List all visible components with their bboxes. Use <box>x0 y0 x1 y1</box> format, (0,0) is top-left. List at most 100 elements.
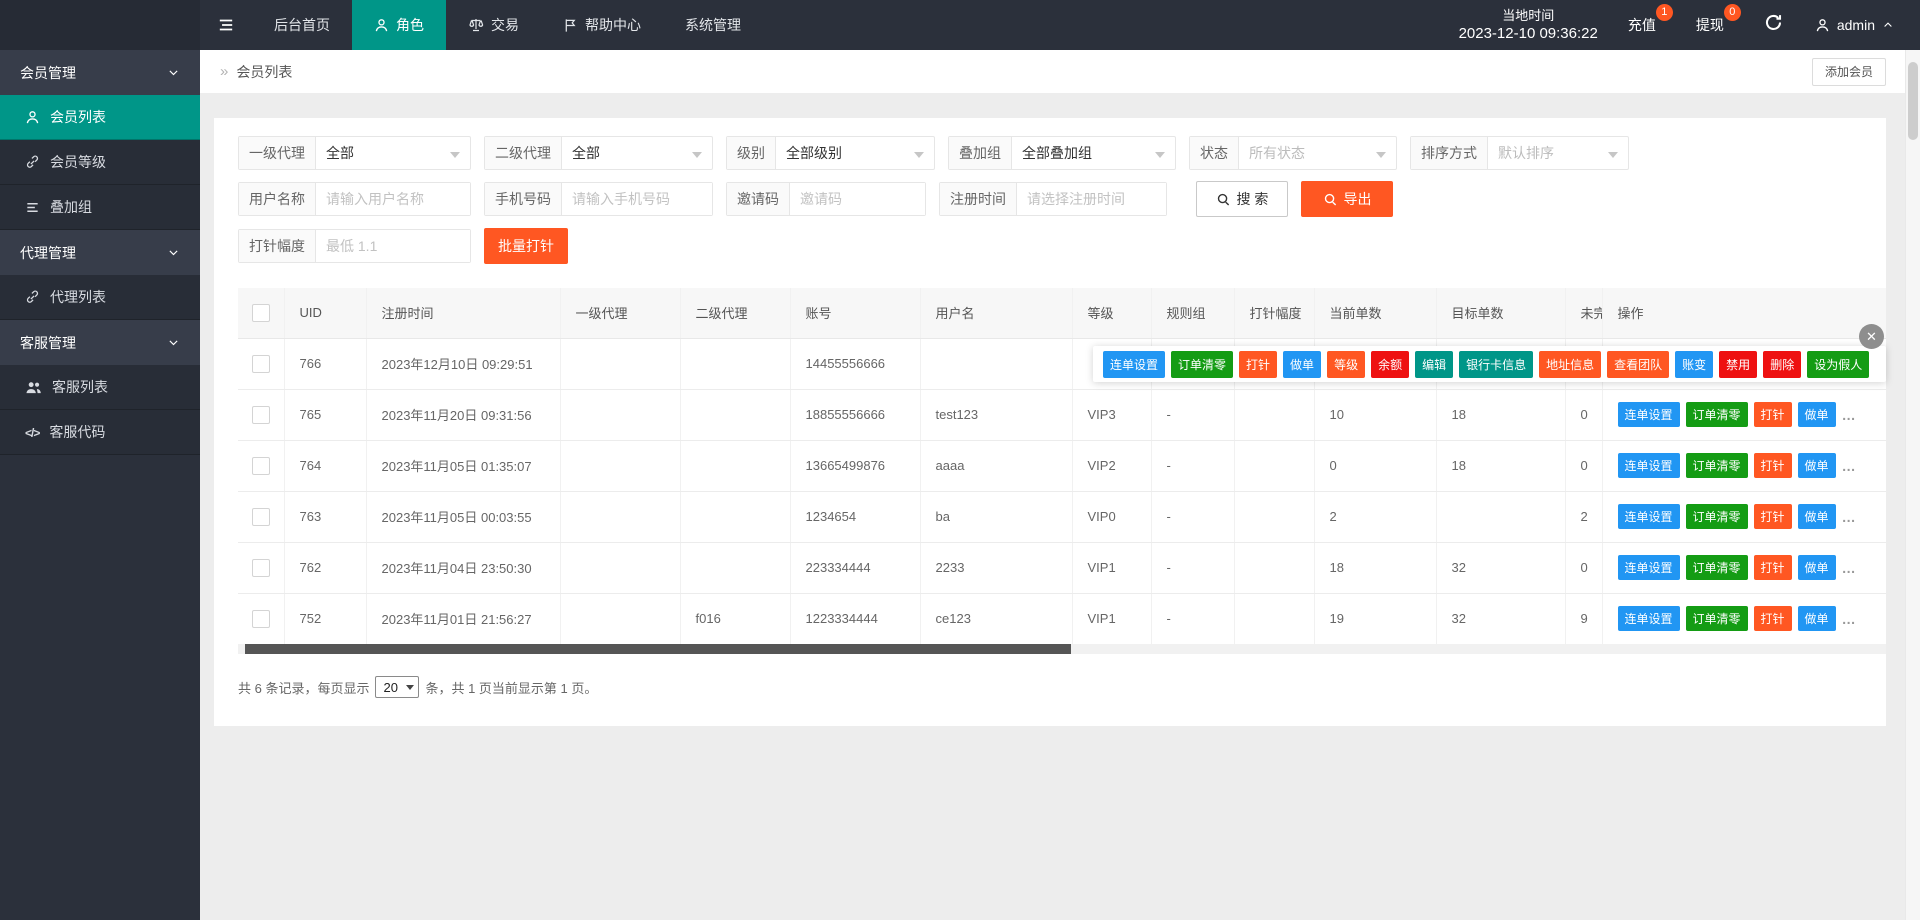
filter-input-2[interactable]: 邀请码 <box>726 182 926 216</box>
popup-close-button[interactable]: ✕ <box>1859 324 1884 349</box>
sidebar-group-0[interactable]: 会员管理 <box>0 50 200 95</box>
search-button[interactable]: 搜 索 <box>1196 181 1288 217</box>
filter-input-field-1[interactable] <box>562 183 712 215</box>
row-checkbox[interactable] <box>251 609 270 628</box>
row-checkbox[interactable] <box>251 405 270 424</box>
more-actions-button[interactable]: … <box>1842 458 1856 474</box>
row-action-2-button[interactable]: 打针 <box>1753 504 1792 529</box>
row-action-1-button[interactable]: 订单清零 <box>1685 453 1748 478</box>
user-menu[interactable]: admin <box>1815 17 1894 33</box>
popup-action-0-button[interactable]: 连单设置 <box>1103 350 1166 378</box>
row-action-3-button[interactable]: 做单 <box>1797 504 1836 529</box>
row-checkbox[interactable] <box>251 456 270 475</box>
nav-item-0[interactable]: 后台首页 <box>252 0 352 50</box>
filter-input-field-3[interactable] <box>1017 183 1166 215</box>
sidebar-item-0-1[interactable]: 会员等级 <box>0 140 200 185</box>
filter-input-1[interactable]: 手机号码 <box>484 182 713 216</box>
export-button[interactable]: 导出 <box>1301 181 1393 217</box>
column-header-11: 未完成 <box>1565 288 1603 339</box>
vertical-scrollbar-thumb[interactable] <box>1908 62 1918 140</box>
inject-range-field[interactable]: 打针幅度 <box>238 229 471 263</box>
popup-action-9-button[interactable]: 查看团队 <box>1607 350 1670 378</box>
nav-item-label: 帮助中心 <box>585 17 641 33</box>
page-size-select[interactable]: 20 <box>375 676 420 698</box>
popup-action-12-button[interactable]: 删除 <box>1763 350 1802 378</box>
cell-reg_time: 2023年11月20日 09:31:56 <box>366 389 561 441</box>
row-action-3-button[interactable]: 做单 <box>1797 453 1836 478</box>
sidebar-item-1-0[interactable]: 代理列表 <box>0 275 200 320</box>
cell-actions: 连单设置订单清零打针做单 … <box>1602 542 1886 594</box>
row-checkbox[interactable] <box>251 558 270 577</box>
add-member-button[interactable]: 添加会员 <box>1811 57 1886 86</box>
filter-select-4[interactable]: 状态 所有状态 <box>1189 136 1397 170</box>
popup-action-1-button[interactable]: 订单清零 <box>1171 350 1234 378</box>
sidebar-item-2-0[interactable]: 客服列表 <box>0 365 200 410</box>
row-action-1-button[interactable]: 订单清零 <box>1685 402 1748 427</box>
filter-input-field-0[interactable] <box>316 183 470 215</box>
row-action-2-button[interactable]: 打针 <box>1753 453 1792 478</box>
popup-action-4-button[interactable]: 等级 <box>1327 350 1366 378</box>
filter-input-3[interactable]: 注册时间 <box>939 182 1167 216</box>
filter-select-1[interactable]: 二级代理 全部 <box>484 136 713 170</box>
sidebar-item-0-0[interactable]: 会员列表 <box>0 95 200 140</box>
recharge-button[interactable]: 充值 1 <box>1628 4 1673 35</box>
more-actions-button[interactable]: … <box>1842 560 1856 576</box>
refresh-icon[interactable] <box>1764 13 1783 37</box>
popup-action-5-button[interactable]: 余额 <box>1371 350 1410 378</box>
popup-action-7-button[interactable]: 银行卡信息 <box>1459 350 1534 378</box>
popup-action-13-button[interactable]: 设为假人 <box>1807 350 1870 378</box>
popup-action-10-button[interactable]: 账变 <box>1675 350 1714 378</box>
filter-select-0[interactable]: 一级代理 全部 <box>238 136 471 170</box>
nav-item-1[interactable]: 角色 <box>352 0 446 50</box>
nav-item-4[interactable]: 系统管理 <box>663 0 763 50</box>
filter-input-0[interactable]: 用户名称 <box>238 182 471 216</box>
row-action-3-button[interactable]: 做单 <box>1797 555 1836 580</box>
sidebar-group-1[interactable]: 代理管理 <box>0 230 200 275</box>
cell-inject_range <box>1234 593 1315 645</box>
filter-select-5[interactable]: 排序方式 默认排序 <box>1410 136 1629 170</box>
local-time-value: 2023-12-10 09:36:22 <box>1458 24 1598 42</box>
row-action-0-button[interactable]: 连单设置 <box>1617 606 1680 631</box>
row-action-1-button[interactable]: 订单清零 <box>1685 606 1748 631</box>
filter-select-3[interactable]: 叠加组 全部叠加组 <box>948 136 1176 170</box>
more-actions-button[interactable]: … <box>1842 611 1856 627</box>
filter-input-field-2[interactable] <box>790 183 925 215</box>
sidebar-item-0-2[interactable]: 叠加组 <box>0 185 200 230</box>
popup-action-6-button[interactable]: 编辑 <box>1415 350 1454 378</box>
more-actions-button[interactable]: … <box>1842 509 1856 525</box>
row-action-0-button[interactable]: 连单设置 <box>1617 555 1680 580</box>
nav-item-2[interactable]: 交易 <box>446 0 541 50</box>
popup-action-3-button[interactable]: 做单 <box>1283 350 1322 378</box>
cell-unfinished: 9 <box>1565 593 1603 645</box>
filter-select-2[interactable]: 级别 全部级别 <box>726 136 935 170</box>
column-header-5: 用户名 <box>920 288 1073 339</box>
more-actions-button[interactable]: … <box>1842 407 1856 423</box>
row-action-1-button[interactable]: 订单清零 <box>1685 555 1748 580</box>
row-action-0-button[interactable]: 连单设置 <box>1617 402 1680 427</box>
hamburger-icon[interactable] <box>200 0 252 50</box>
row-action-0-button[interactable]: 连单设置 <box>1617 453 1680 478</box>
sidebar-item-2-1[interactable]: </> 客服代码 <box>0 410 200 455</box>
row-action-0-button[interactable]: 连单设置 <box>1617 504 1680 529</box>
select-all-checkbox[interactable] <box>251 303 270 322</box>
row-action-1-button[interactable]: 订单清零 <box>1685 504 1748 529</box>
row-checkbox[interactable] <box>251 354 270 373</box>
row-action-3-button[interactable]: 做单 <box>1797 606 1836 631</box>
popup-action-2-button[interactable]: 打针 <box>1239 350 1278 378</box>
horizontal-scrollbar-thumb[interactable] <box>245 644 1071 654</box>
row-checkbox[interactable] <box>251 507 270 526</box>
sidebar-group-2[interactable]: 客服管理 <box>0 320 200 365</box>
row-action-2-button[interactable]: 打针 <box>1753 555 1792 580</box>
popup-action-8-button[interactable]: 地址信息 <box>1539 350 1602 378</box>
filter-input-label: 注册时间 <box>940 183 1017 215</box>
row-action-2-button[interactable]: 打针 <box>1753 606 1792 631</box>
row-action-2-button[interactable]: 打针 <box>1753 402 1792 427</box>
cell-username: aaaa <box>920 440 1073 492</box>
row-action-3-button[interactable]: 做单 <box>1797 402 1836 427</box>
popup-action-11-button[interactable]: 禁用 <box>1719 350 1758 378</box>
batch-inject-button[interactable]: 批量打针 <box>484 228 568 264</box>
pagination-prefix: 共 6 条记录，每页显示 <box>238 680 370 696</box>
withdraw-button[interactable]: 提现 0 <box>1696 4 1741 35</box>
inject-range-input[interactable] <box>316 230 470 262</box>
nav-item-3[interactable]: 帮助中心 <box>541 0 663 50</box>
